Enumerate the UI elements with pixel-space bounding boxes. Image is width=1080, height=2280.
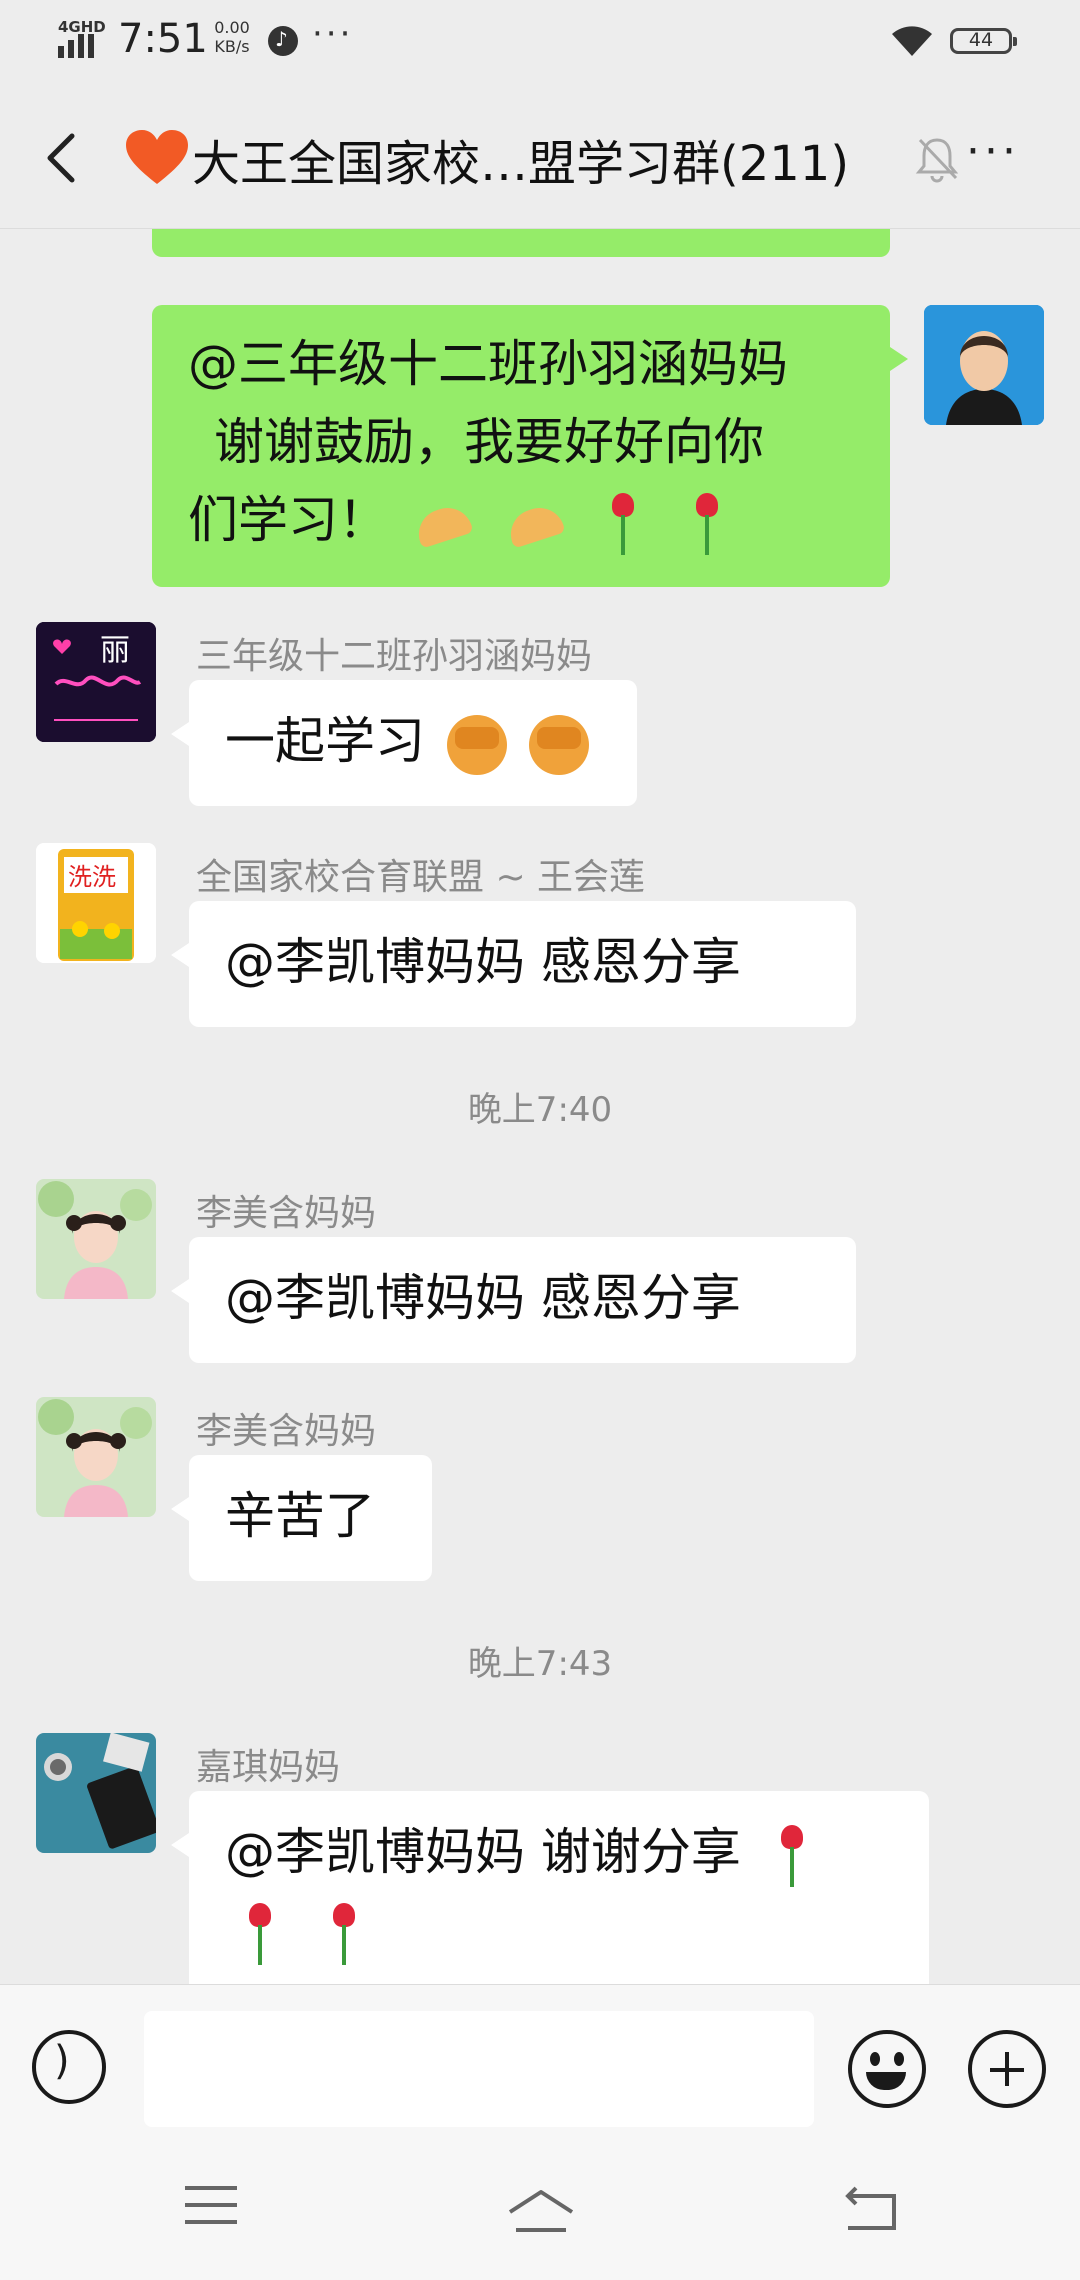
sender-name: 三年级十二班孙羽涵妈妈 <box>196 636 593 677</box>
message-line: 谢谢鼓励，我要好好向你 <box>214 413 764 471</box>
net-speed: 0.00 KB/s <box>206 18 258 56</box>
navigation-bar <box>0 2136 1080 2280</box>
menu-icon[interactable] <box>185 2186 237 2226</box>
emoji-icon[interactable] <box>848 2030 926 2108</box>
message-text: @李凯博妈妈 感恩分享 <box>225 933 741 991</box>
avatar-sender[interactable]: 丽 <box>36 622 156 742</box>
pray-emoji-icon <box>504 499 564 549</box>
message-line: @三年级十二班孙羽涵妈妈 <box>188 335 788 393</box>
pray-emoji-icon <box>412 499 472 549</box>
more-icon[interactable]: ··· <box>966 126 1020 177</box>
battery-level: 44 <box>968 29 994 51</box>
sender-name: 嘉琪妈妈 <box>196 1747 341 1788</box>
avatar-image <box>924 305 1044 425</box>
net-speed-value: 0.00 <box>214 18 250 37</box>
battery-icon: 44 <box>950 28 1017 54</box>
status-time: 7:51 <box>118 16 208 62</box>
net-speed-unit: KB/s <box>214 37 250 56</box>
message-bubble[interactable]: 一起学习 <box>171 680 637 806</box>
chat-title[interactable]: 大王全国家校…盟学习群(211) <box>192 124 849 194</box>
message-bubble-partial[interactable] <box>152 229 890 257</box>
avatar-me[interactable] <box>924 305 1044 425</box>
back-nav-icon[interactable] <box>842 2186 898 2232</box>
avatar-image <box>36 1733 156 1853</box>
avatar-sender[interactable] <box>36 1733 156 1853</box>
avatar-text: 丽 <box>100 633 130 668</box>
timestamp: 晚上7:43 <box>467 1644 613 1684</box>
back-arrow-icon[interactable] <box>38 128 88 188</box>
sender-name: 李美含妈妈 <box>196 1411 377 1452</box>
status-bar: 4GHD 7:51 0.00 KB/s ♪ ··· 44 <box>0 0 1080 80</box>
avatar-image <box>36 1179 156 1299</box>
message-text: 一起学习 <box>225 712 425 770</box>
input-bar: ) <box>0 1984 1080 2137</box>
rose-emoji-icon <box>323 1901 363 1967</box>
message-bubble-me[interactable]: @三年级十二班孙羽涵妈妈 谢谢鼓励，我要好好向你 们学习！ <box>152 305 908 587</box>
avatar-sender[interactable]: 洗洗 <box>36 843 156 963</box>
message-input[interactable] <box>144 2011 814 2127</box>
message-line: 们学习！ <box>188 481 866 559</box>
avatar-sender[interactable] <box>36 1179 156 1299</box>
message-bubble[interactable]: 辛苦了 <box>171 1455 432 1581</box>
heart-icon <box>126 130 188 184</box>
avatar-image: 洗洗 <box>36 843 156 963</box>
avatar-sender[interactable] <box>36 1397 156 1517</box>
status-more-icon: ··· <box>312 14 354 54</box>
fist-emoji-icon <box>528 714 589 775</box>
avatar-image: 丽 <box>36 622 156 742</box>
message-bubble[interactable]: @李凯博妈妈 感恩分享 <box>171 1237 856 1363</box>
message-bubble[interactable]: @李凯博妈妈 谢谢分享 <box>171 1791 929 1984</box>
message-text: @李凯博妈妈 感恩分享 <box>225 1269 741 1327</box>
tiktok-icon: ♪ <box>268 26 298 56</box>
chat-area[interactable]: @三年级十二班孙羽涵妈妈 谢谢鼓励，我要好好向你 们学习！ 丽 三年级十二班孙羽… <box>0 229 1080 1984</box>
sender-name: 李美含妈妈 <box>196 1193 377 1234</box>
rose-emoji-icon <box>239 1901 279 1967</box>
rose-emoji-icon <box>771 1823 811 1889</box>
rose-emoji-icon <box>686 491 726 557</box>
timestamp: 晚上7:40 <box>467 1090 613 1130</box>
avatar-text: 洗洗 <box>68 863 116 891</box>
signal-icon: 4GHD <box>58 18 106 58</box>
plus-icon[interactable] <box>968 2030 1046 2108</box>
message-text: @李凯博妈妈 谢谢分享 <box>225 1823 741 1881</box>
mute-bell-icon <box>915 138 959 183</box>
wifi-icon <box>892 26 932 56</box>
voice-icon[interactable]: ) <box>32 2030 106 2104</box>
chat-header: 大王全国家校…盟学习群(211) ··· <box>0 90 1080 229</box>
rose-emoji-icon <box>602 491 642 557</box>
message-text: 辛苦了 <box>225 1487 375 1545</box>
home-icon[interactable] <box>506 2188 576 2234</box>
fist-emoji-icon <box>446 714 507 775</box>
sender-name: 全国家校合育联盟 ~ 王会莲 <box>196 857 646 898</box>
message-line: @李凯博妈妈 谢谢分享 <box>225 1813 929 1891</box>
message-bubble[interactable]: @李凯博妈妈 感恩分享 <box>171 901 856 1027</box>
message-line <box>225 1891 929 1969</box>
avatar-image <box>36 1397 156 1517</box>
